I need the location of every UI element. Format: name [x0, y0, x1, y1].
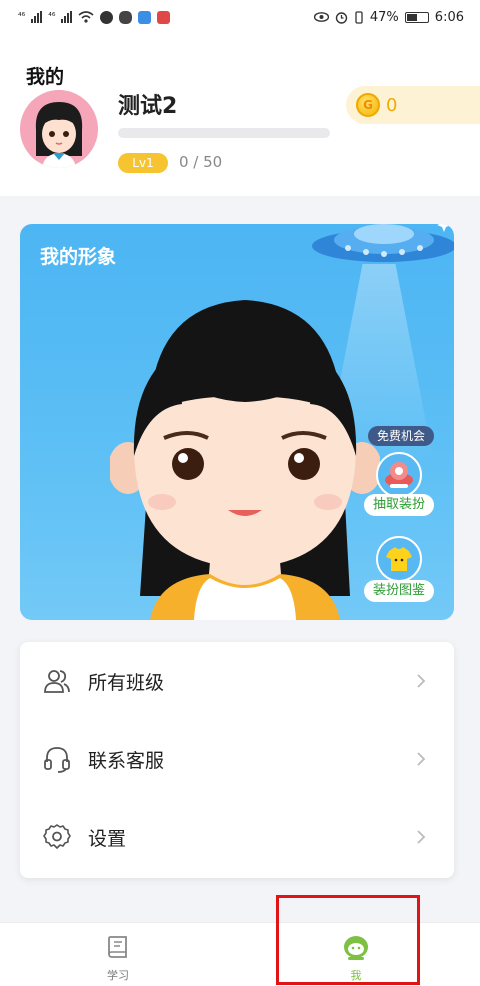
signal-icon-2	[61, 11, 73, 23]
avatar[interactable]	[20, 90, 98, 168]
coin-balance[interactable]: G 0	[346, 86, 480, 124]
clock-time: 6:06	[434, 9, 464, 25]
draw-outfit-label[interactable]: 抽取装扮	[364, 494, 434, 516]
chevron-right-icon	[417, 674, 426, 688]
outfit-gallery-button[interactable]	[376, 536, 422, 582]
avatar-girl-icon	[35, 102, 83, 168]
level-badge: Lv1	[118, 153, 168, 173]
battery-icon	[404, 11, 429, 23]
coin-icon: G	[356, 93, 380, 117]
blue-app-icon	[138, 10, 152, 24]
menu-item-label: 设置	[88, 827, 127, 850]
status-left: ⁴⁶ ⁴⁶	[18, 10, 171, 24]
tab-study-label: 学习	[107, 969, 129, 982]
username: 测试2	[118, 94, 178, 119]
coin-count: 0	[386, 94, 398, 116]
network-label-1: ⁴⁶	[18, 12, 26, 22]
free-chance-badge: 免费机会	[368, 426, 434, 446]
menu-item-contact-support[interactable]: 联系客服	[20, 720, 454, 798]
signal-icon	[31, 11, 43, 23]
menu-item-label: 所有班级	[88, 671, 165, 694]
xp-progress-bar	[118, 128, 330, 138]
status-bar: ⁴⁶ ⁴⁶ 47% 6:06	[0, 0, 480, 34]
tab-study[interactable]: 学习	[58, 923, 178, 986]
wechat-icon	[119, 10, 133, 24]
highlight-box	[276, 895, 420, 985]
menu-item-all-classes[interactable]: 所有班级	[20, 642, 454, 720]
tshirt-icon	[386, 547, 412, 571]
wifi-icon	[78, 11, 94, 23]
avatar-card-title: 我的形象	[40, 246, 117, 268]
headset-icon	[44, 747, 70, 773]
menu-item-label: 联系客服	[88, 749, 165, 772]
menu-item-settings[interactable]: 设置	[20, 798, 454, 876]
profile-header: 我的 测试2 Lv1 0 / 50 G 0	[0, 34, 480, 196]
cartoon-girl-figure	[110, 300, 380, 620]
network-label-2: ⁴⁶	[48, 12, 56, 22]
chevron-right-icon	[417, 752, 426, 766]
users-icon	[44, 670, 70, 693]
book-icon	[108, 936, 127, 958]
gacha-machine-icon	[385, 462, 413, 488]
chevron-right-icon	[417, 830, 426, 844]
battery-percent: 47%	[369, 9, 399, 25]
draw-outfit-button[interactable]	[376, 452, 422, 498]
vibrate-icon	[355, 10, 363, 24]
ufo-icon	[312, 224, 454, 262]
avatar-image-card: 我的形象 免费机会 抽取装扮 装扮图鉴	[20, 224, 454, 620]
outfit-gallery-label[interactable]: 装扮图鉴	[364, 580, 434, 602]
alarm-icon	[335, 11, 348, 24]
eye-icon	[313, 12, 329, 22]
menu-card: 所有班级 联系客服 设置	[20, 642, 454, 878]
app-notification-icon	[100, 10, 114, 24]
gear-icon	[43, 824, 71, 849]
page-title: 我的	[26, 66, 65, 88]
xp-progress-text: 0 / 50	[179, 153, 223, 171]
red-app-icon	[157, 10, 171, 24]
status-right: 47% 6:06	[313, 9, 464, 25]
